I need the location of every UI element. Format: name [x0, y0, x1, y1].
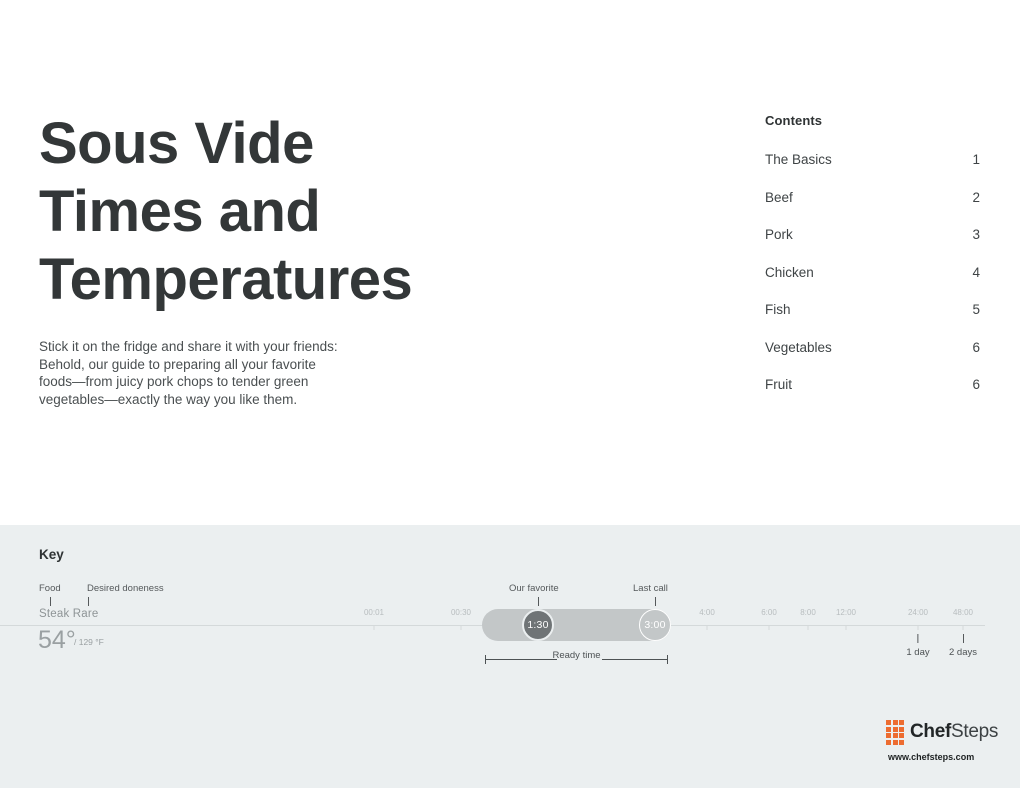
timeline-tick-1200	[845, 626, 847, 630]
timeline-tick-0001	[373, 626, 375, 630]
callout-last-call-tick	[655, 597, 656, 606]
poster-page: Sous Vide Times and Temperatures Stick i…	[0, 0, 1020, 788]
node-last-call[interactable]: 3:00	[639, 609, 671, 641]
contents-item-label: The Basics	[765, 152, 832, 167]
key-heading: Key	[39, 547, 64, 562]
contents-heading: Contents	[765, 113, 823, 128]
contents-item-beef[interactable]: Beef 2	[765, 190, 980, 205]
sample-food-label: Steak Rare	[39, 608, 99, 620]
timeline-label-4800: 48:00	[952, 608, 974, 617]
timeline-tick-600	[768, 626, 770, 630]
timeline-label-0001: 00:01	[363, 608, 385, 617]
contents-item-page: 1	[972, 152, 980, 167]
ready-time-bracket-bar-left	[485, 659, 557, 660]
callout-food: Food	[39, 583, 61, 594]
timeline-label-600: 6:00	[761, 608, 777, 617]
chefsteps-grid-icon	[886, 720, 904, 745]
callout-our-favorite-tick	[538, 597, 539, 606]
contents-item-page: 2	[972, 189, 980, 205]
day-marker-1-day: 1 day	[906, 634, 930, 658]
contents-list: Contents The Basics 1 Beef 2 Pork 3 Chic…	[765, 113, 980, 392]
timeline-label-1200: 12:00	[835, 608, 857, 617]
contents-item-the-basics[interactable]: The Basics 1	[765, 152, 980, 167]
contents-item-page: 5	[972, 302, 980, 317]
ready-time-bracket: Ready time	[485, 650, 668, 665]
node-last-call-label: 3:00	[644, 619, 666, 631]
timeline-label-400: 4:00	[699, 608, 715, 617]
timeline-tick-0030	[460, 626, 462, 630]
sample-water-temp-fahrenheit: / 129 °F	[74, 637, 104, 647]
contents-item-label: Fruit	[765, 377, 792, 392]
day-marker-2-days: 2 days	[949, 634, 977, 658]
hero-subtitle: Stick it on the fridge and share it with…	[39, 339, 338, 407]
timeline-tick-400	[706, 626, 708, 630]
logo-wordmark: ChefSteps	[910, 721, 998, 743]
timeline-label-800: 8:00	[800, 608, 816, 617]
contents-item-chicken[interactable]: Chicken 4	[765, 265, 980, 280]
logo-url[interactable]: www.chefsteps.com	[888, 752, 986, 762]
logo-wordmark-bold: Chef	[910, 721, 952, 743]
callout-our-favorite: Our favorite	[509, 583, 559, 594]
logo-row: ChefSteps	[886, 720, 998, 745]
ready-time-label: Ready time	[552, 650, 601, 661]
day-marker-tick	[917, 634, 919, 643]
logo-wordmark-light: Steps	[951, 721, 999, 743]
contents-item-page: 3	[972, 227, 980, 242]
ready-time-bracket-bar-right	[602, 659, 668, 660]
hero-section: Sous Vide Times and Temperatures	[39, 110, 519, 314]
contents-item-label: Pork	[765, 227, 793, 242]
day-marker-label: 2 days	[949, 647, 977, 658]
chefsteps-logo[interactable]: ChefSteps www.chefsteps.com	[886, 720, 998, 762]
timeline-label-0030: 00:30	[450, 608, 472, 617]
node-our-favorite-label: 1:30	[527, 619, 549, 631]
contents-item-label: Chicken	[765, 264, 814, 280]
contents-item-label: Fish	[765, 302, 791, 317]
contents-item-fish[interactable]: Fish 5	[765, 302, 980, 317]
callout-doneness-tick	[88, 597, 89, 606]
timeline-tick-800	[807, 626, 809, 630]
timeline-tick-4800	[962, 626, 964, 630]
page-title: Sous Vide Times and Temperatures	[39, 111, 413, 312]
callout-doneness: Desired doneness	[87, 583, 164, 594]
contents-item-label: Vegetables	[765, 339, 832, 355]
timeline-tick-2400	[917, 626, 919, 630]
callout-food-tick	[50, 597, 51, 606]
node-our-favorite[interactable]: 1:30	[522, 609, 554, 641]
day-marker-label: 1 day	[906, 647, 930, 658]
day-marker-tick	[962, 634, 964, 643]
contents-item-page: 6	[972, 339, 980, 355]
contents-item-page: 4	[972, 264, 980, 280]
contents-item-page: 6	[972, 377, 980, 392]
timeline-label-2400: 24:00	[907, 608, 929, 617]
sample-water-temp-celsius: 54°	[38, 626, 76, 654]
callout-last-call: Last call	[633, 583, 668, 594]
contents-item-label: Beef	[765, 189, 793, 205]
contents-item-pork[interactable]: Pork 3	[765, 227, 980, 242]
ready-time-bracket-cap-right	[667, 655, 668, 664]
contents-item-fruit[interactable]: Fruit 6	[765, 377, 980, 392]
contents-item-vegetables[interactable]: Vegetables 6	[765, 340, 980, 355]
